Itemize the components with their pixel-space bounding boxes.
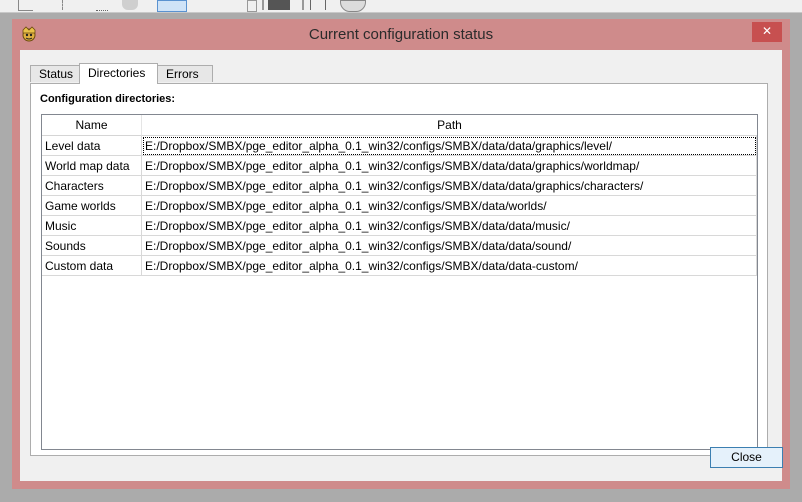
row-name: Characters [42,176,142,196]
table-row[interactable]: Characters E:/Dropbox/SMBX/pge_editor_al… [42,176,757,196]
active-tool-icon[interactable] [157,0,187,12]
row-name: Music [42,216,142,236]
tab-status[interactable]: Status [30,65,80,82]
row-path: E:/Dropbox/SMBX/pge_editor_alpha_0.1_win… [142,236,757,256]
polygon-tool-icon[interactable] [18,0,33,11]
table-row[interactable]: Level data E:/Dropbox/SMBX/pge_editor_al… [42,136,757,156]
tab-directories[interactable]: Directories [79,63,158,84]
close-button[interactable]: Close [710,447,783,468]
row-name: World map data [42,156,142,176]
row-path: E:/Dropbox/SMBX/pge_editor_alpha_0.1_win… [142,136,757,156]
table-header: Name Path [42,115,757,136]
row-path: E:/Dropbox/SMBX/pge_editor_alpha_0.1_win… [142,216,757,236]
window-title: Current configuration status [308,26,494,43]
pointer-tool-icon[interactable] [62,0,73,10]
square-tool-icon[interactable] [247,0,257,12]
row-path: E:/Dropbox/SMBX/pge_editor_alpha_0.1_win… [142,256,757,276]
row-path: E:/Dropbox/SMBX/pge_editor_alpha_0.1_win… [142,156,757,176]
background-toolbar [0,0,802,13]
section-label: Configuration directories: [40,93,176,105]
grid-icon[interactable] [310,0,326,10]
line-tool-icon[interactable] [96,0,108,11]
row-name: Custom data [42,256,142,276]
directories-table[interactable]: Name Path Level data E:/Dropbox/SMBX/pge… [41,114,758,450]
row-name: Level data [42,136,142,156]
dialog-body: Status Directories Errors Configuration … [20,50,783,481]
toolbar-separator [302,0,304,10]
window-close-icon[interactable]: ✕ [752,22,782,42]
table-row[interactable]: World map data E:/Dropbox/SMBX/pge_edito… [42,156,757,176]
config-status-dialog: Current configuration status ✕ Status Di… [12,19,790,489]
table-row[interactable]: Sounds E:/Dropbox/SMBX/pge_editor_alpha_… [42,236,757,256]
zoom-icon[interactable] [340,0,366,12]
glove-tool-icon[interactable] [122,0,138,10]
row-name: Game worlds [42,196,142,216]
table-row[interactable]: Custom data E:/Dropbox/SMBX/pge_editor_a… [42,256,757,276]
row-name: Sounds [42,236,142,256]
column-header-name[interactable]: Name [42,115,142,136]
table-row[interactable]: Music E:/Dropbox/SMBX/pge_editor_alpha_0… [42,216,757,236]
column-header-path[interactable]: Path [142,115,757,136]
fill-tool-icon[interactable] [268,0,290,10]
directories-panel: Configuration directories: Name Path Lev… [30,83,768,456]
row-path: E:/Dropbox/SMBX/pge_editor_alpha_0.1_win… [142,176,757,196]
toolbar-separator [262,0,264,10]
table-row[interactable]: Game worlds E:/Dropbox/SMBX/pge_editor_a… [42,196,757,216]
tab-errors[interactable]: Errors [157,65,213,82]
row-path: E:/Dropbox/SMBX/pge_editor_alpha_0.1_win… [142,196,757,216]
